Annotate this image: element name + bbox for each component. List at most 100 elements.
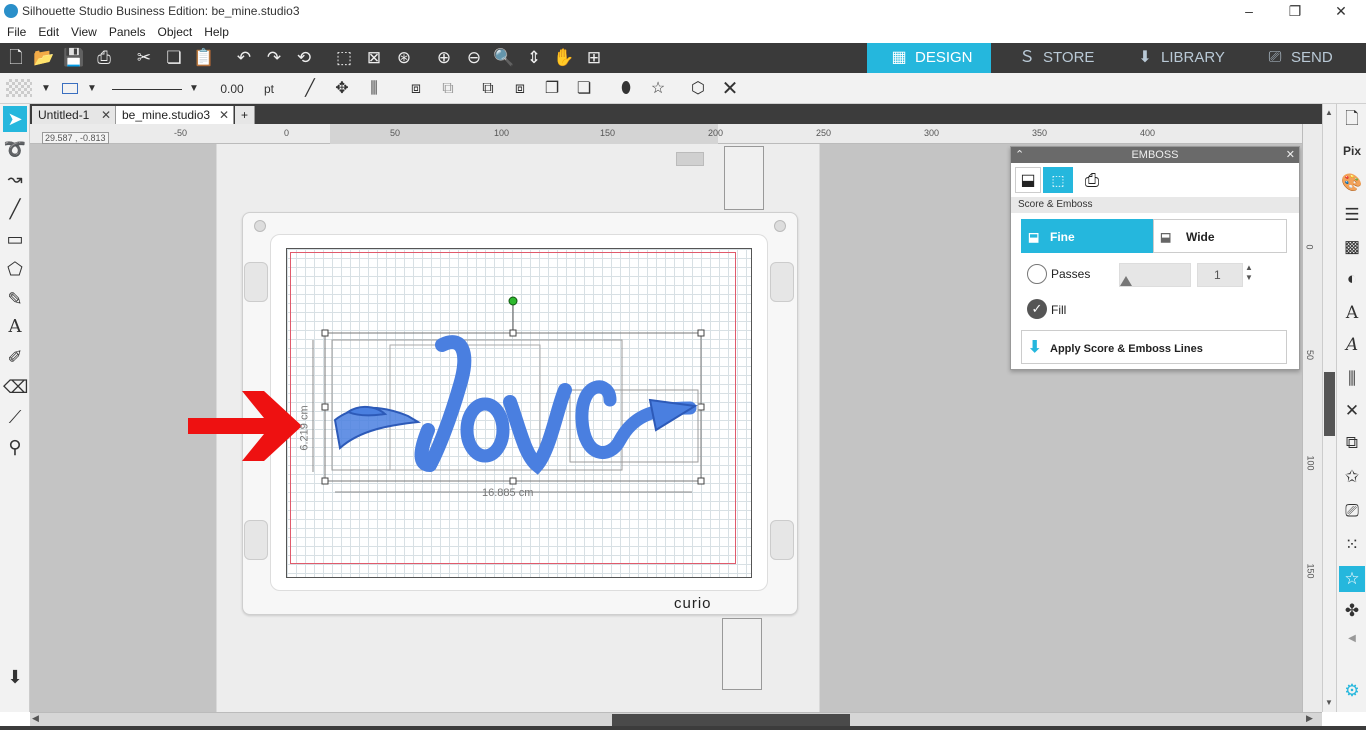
point-edit-icon[interactable]: ↝ bbox=[3, 166, 27, 192]
paste-icon[interactable]: 📋 bbox=[192, 47, 216, 69]
menu-file[interactable]: File bbox=[0, 22, 31, 39]
scroll-left-icon[interactable]: ◀ bbox=[32, 713, 39, 724]
ungroup-icon[interactable]: ⧉ bbox=[436, 78, 460, 100]
apply-score-emboss-button[interactable]: ⬇ Apply Score & Emboss Lines bbox=[1021, 330, 1287, 364]
page-setup-icon[interactable]: 🗋 bbox=[1339, 106, 1365, 132]
eyedropper-icon[interactable]: ⚲ bbox=[3, 434, 27, 460]
vertical-scrollbar[interactable]: ▲ ▼ bbox=[1322, 104, 1336, 712]
transform-icon[interactable]: ✕ bbox=[1339, 398, 1365, 424]
weld-icon[interactable]: ⬮ bbox=[614, 78, 638, 100]
rotate-handle[interactable] bbox=[508, 296, 518, 306]
undo-icon[interactable]: ↶ bbox=[232, 47, 256, 69]
copy-icon[interactable]: ❏ bbox=[162, 47, 186, 69]
edit-image-icon[interactable]: ✐ bbox=[3, 344, 27, 370]
pattern-icon[interactable]: ▩ bbox=[1339, 234, 1365, 260]
send-backward-icon[interactable]: ❏ bbox=[572, 78, 596, 100]
trace-icon[interactable]: ⎚ bbox=[1339, 498, 1365, 524]
tab-send[interactable]: ⎚ SEND bbox=[1239, 43, 1366, 73]
resize-handle[interactable] bbox=[509, 329, 517, 337]
modify-icon[interactable]: ⧉ bbox=[1339, 430, 1365, 456]
group-icon[interactable]: ⧈ bbox=[404, 78, 428, 100]
line-style-preview[interactable] bbox=[112, 89, 182, 90]
resize-handle[interactable] bbox=[321, 329, 329, 337]
menu-view[interactable]: View bbox=[64, 22, 102, 39]
3d-box-icon[interactable]: ⬡ bbox=[686, 78, 710, 100]
horizontal-scrollbar[interactable]: ◀ ▶ bbox=[30, 712, 1322, 726]
scroll-down-icon[interactable]: ▼ bbox=[1325, 698, 1333, 707]
lasso-icon[interactable]: ➰ bbox=[3, 136, 27, 162]
text-style-icon[interactable]: A bbox=[1339, 300, 1365, 326]
select-by-color-icon[interactable]: ⊛ bbox=[392, 47, 416, 69]
resize-handle[interactable] bbox=[321, 403, 329, 411]
print-icon[interactable]: ⎙ bbox=[92, 47, 116, 69]
open-folder-icon[interactable]: 📂 bbox=[32, 47, 56, 69]
align-icon[interactable]: ⫼ bbox=[362, 78, 386, 100]
chevron-down-icon[interactable]: ▼ bbox=[80, 78, 104, 100]
chevron-down-icon[interactable]: ▼ bbox=[182, 78, 206, 100]
text-to-path-icon[interactable]: A bbox=[1339, 332, 1365, 358]
puzzle-icon[interactable]: ✤ bbox=[1339, 598, 1365, 624]
passes-input[interactable]: 1 bbox=[1197, 263, 1243, 287]
close-tab-icon[interactable]: ✕ bbox=[219, 106, 229, 124]
line-color-swatch[interactable] bbox=[62, 83, 78, 94]
fill-checkbox[interactable]: ✓ bbox=[1027, 299, 1047, 319]
redraw-icon[interactable]: ⟲ bbox=[292, 47, 316, 69]
select-arrow-icon[interactable]: ➤ bbox=[3, 106, 27, 132]
zoom-out-icon[interactable]: ⊖ bbox=[462, 47, 486, 69]
zoom-select-icon[interactable]: 🔍 bbox=[492, 47, 516, 69]
tab-design[interactable]: ▦ DESIGN bbox=[867, 43, 991, 73]
redo-icon[interactable]: ↷ bbox=[262, 47, 286, 69]
fine-button[interactable]: ⬓ Fine bbox=[1021, 219, 1153, 253]
cut-icon[interactable]: ✂ bbox=[132, 47, 156, 69]
collapse-left-icon[interactable]: ◀ bbox=[1339, 626, 1365, 652]
fit-to-page-icon[interactable]: ⊞ bbox=[582, 47, 606, 69]
close-panel-icon[interactable]: ✕ bbox=[1286, 147, 1295, 163]
stepper-icon[interactable]: ▲ ▼ bbox=[1245, 263, 1253, 283]
align-panel-icon[interactable]: ⫼ bbox=[1339, 366, 1365, 392]
star-icon[interactable]: ☆ bbox=[646, 78, 670, 100]
polygon-icon[interactable]: ⬠ bbox=[3, 256, 27, 282]
rectangle-icon[interactable]: ▭ bbox=[3, 226, 27, 252]
tab-store[interactable]: Ｓ STORE bbox=[991, 43, 1115, 73]
transparency-icon[interactable]: ◐ bbox=[1339, 266, 1365, 292]
pan-hand-icon[interactable]: ✋ bbox=[552, 47, 576, 69]
tab-library[interactable]: ⬇ LIBRARY bbox=[1115, 43, 1239, 73]
knife-icon[interactable]: ⟋ bbox=[3, 404, 27, 430]
close-tab-icon[interactable]: ✕ bbox=[101, 106, 111, 124]
line-style-icon[interactable]: ☰ bbox=[1339, 202, 1365, 228]
line-width-input[interactable]: 0.00 bbox=[212, 82, 252, 98]
select-all-icon[interactable]: ⬚ bbox=[332, 47, 356, 69]
new-document-icon[interactable]: 🗋 bbox=[4, 47, 28, 69]
horizontal-scroll-thumb[interactable] bbox=[612, 714, 850, 726]
import-icon[interactable]: ⬇ bbox=[3, 664, 27, 690]
scroll-up-icon[interactable]: ▲ bbox=[1325, 108, 1333, 117]
close-window-button[interactable]: ✕ bbox=[1318, 2, 1364, 20]
minimize-button[interactable]: – bbox=[1226, 2, 1272, 20]
offset-star-icon[interactable]: ✩ bbox=[1339, 464, 1365, 490]
text-tool-icon[interactable]: A bbox=[3, 314, 27, 340]
menu-help[interactable]: Help bbox=[197, 22, 234, 39]
eraser-icon[interactable]: ⌫ bbox=[3, 374, 28, 400]
line-icon[interactable]: ╱ bbox=[3, 196, 27, 222]
passes-checkbox[interactable] bbox=[1027, 264, 1047, 284]
settings-gear-icon[interactable]: ⚙ bbox=[1339, 678, 1365, 704]
tab-untitled-1[interactable]: Untitled-1 ✕ bbox=[32, 106, 116, 124]
scroll-right-icon[interactable]: ▶ bbox=[1306, 713, 1313, 724]
menu-edit[interactable]: Edit bbox=[31, 22, 64, 39]
passes-slider[interactable] bbox=[1119, 263, 1191, 287]
vertical-scroll-thumb[interactable] bbox=[1324, 372, 1335, 436]
emboss-star-icon[interactable]: ☆ bbox=[1339, 566, 1365, 592]
wide-button[interactable]: ⬓ Wide bbox=[1153, 219, 1287, 253]
release-compound-icon[interactable]: ⧈ bbox=[508, 78, 532, 100]
score-emboss-tab-icon[interactable]: ⬚ bbox=[1043, 167, 1073, 193]
restore-button[interactable]: ❐ bbox=[1272, 2, 1318, 20]
drag-zoom-icon[interactable]: ⇕ bbox=[522, 47, 546, 69]
print-tab-icon[interactable]: ⎙ bbox=[1079, 167, 1105, 193]
deselect-icon[interactable]: ⊠ bbox=[362, 47, 386, 69]
emboss-tool-icon[interactable]: ⬓ bbox=[1015, 167, 1041, 193]
design-layer[interactable] bbox=[180, 290, 720, 510]
resize-handle[interactable] bbox=[321, 477, 329, 485]
menu-object[interactable]: Object bbox=[151, 22, 198, 39]
bring-forward-icon[interactable]: ❐ bbox=[540, 78, 564, 100]
compound-path-icon[interactable]: ⧉ bbox=[476, 78, 500, 100]
